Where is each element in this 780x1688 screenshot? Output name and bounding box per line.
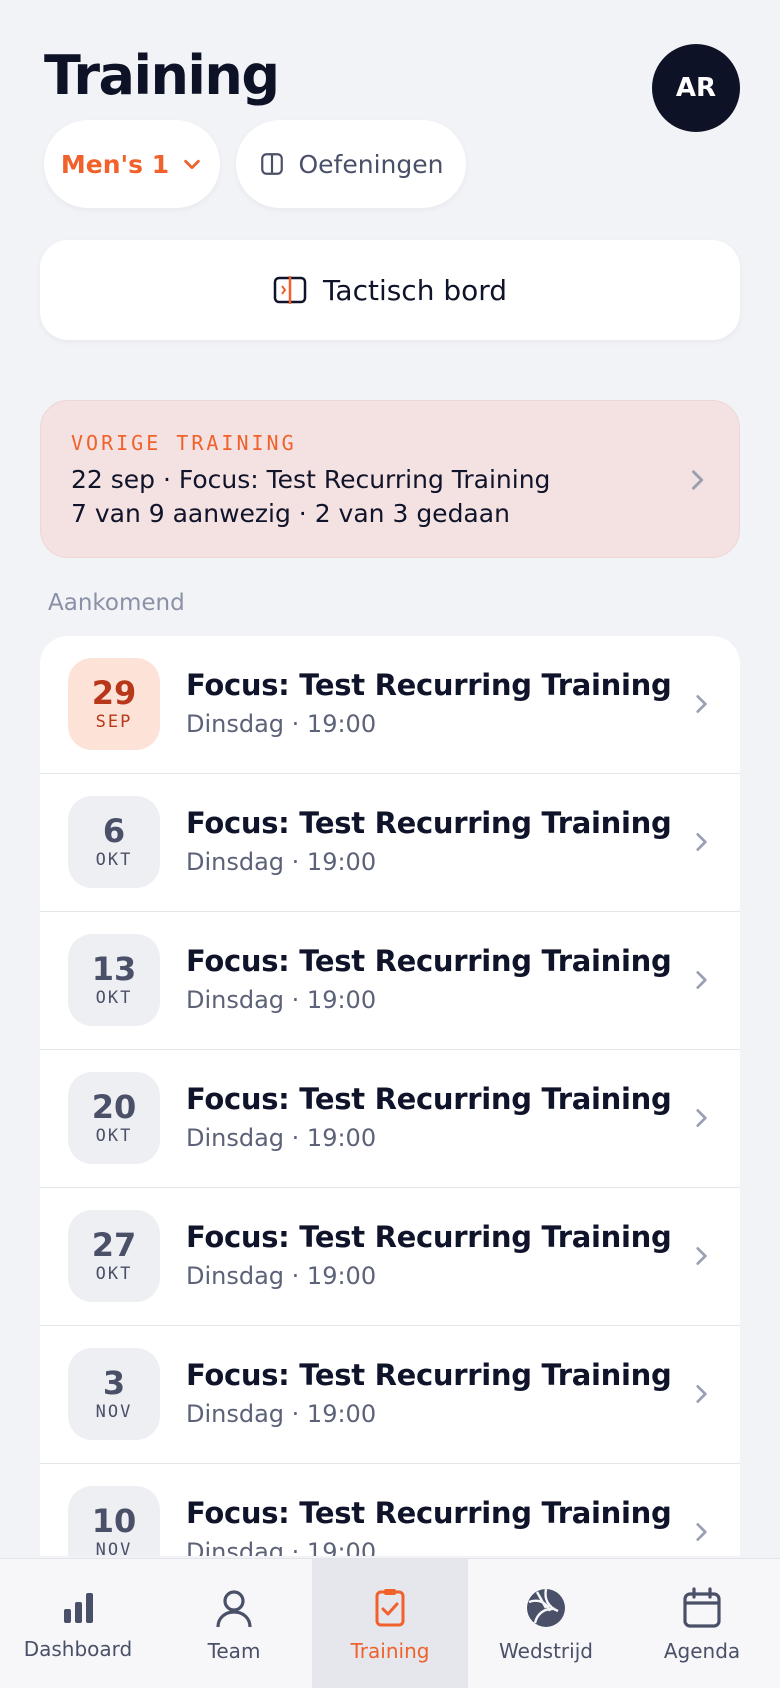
avatar[interactable]: AR xyxy=(652,44,740,132)
previous-training-stats: 7 van 9 aanwezig · 2 van 3 gedaan xyxy=(71,499,510,528)
date-badge: 10 NOV xyxy=(68,1486,160,1556)
tactic-board-label: Tactisch bord xyxy=(322,273,508,307)
date-day: 27 xyxy=(91,1226,137,1264)
training-row[interactable]: 29 SEP Focus: Test Recurring Training Di… xyxy=(40,636,740,774)
chevron-down-icon xyxy=(184,159,200,170)
date-month: OKT xyxy=(95,1264,133,1284)
nav-label: Dashboard xyxy=(23,1637,133,1661)
training-title: Focus: Test Recurring Training xyxy=(186,1082,672,1116)
date-badge: 20 OKT xyxy=(68,1072,160,1164)
chevron-right-icon xyxy=(696,1385,707,1403)
team-selector-button[interactable]: Men's 1 xyxy=(44,120,220,208)
date-badge: 27 OKT xyxy=(68,1210,160,1302)
bar-chart-icon xyxy=(64,1593,93,1623)
chevron-right-icon xyxy=(696,1109,707,1127)
bottom-nav: Dashboard Team Training Wedstrijd Agenda xyxy=(0,1558,780,1688)
date-badge: 29 SEP xyxy=(68,658,160,750)
date-month: NOV xyxy=(95,1540,133,1556)
date-day: 3 xyxy=(102,1364,126,1402)
training-title: Focus: Test Recurring Training xyxy=(186,806,672,840)
page-title: Training xyxy=(44,44,280,107)
training-time: Dinsdag · 19:00 xyxy=(186,1262,377,1290)
nav-wedstrijd[interactable]: Wedstrijd xyxy=(468,1559,624,1688)
chevron-right-icon xyxy=(696,971,707,989)
volleyball-icon xyxy=(527,1588,565,1627)
date-day: 29 xyxy=(91,674,137,712)
chevron-right-icon xyxy=(692,470,704,490)
training-time: Dinsdag · 19:00 xyxy=(186,848,377,876)
chevron-right-icon xyxy=(696,1247,707,1265)
training-title: Focus: Test Recurring Training xyxy=(186,1220,672,1254)
date-day: 10 xyxy=(91,1502,137,1540)
training-row[interactable]: 6 OKT Focus: Test Recurring Training Din… xyxy=(40,774,740,912)
training-row[interactable]: 20 OKT Focus: Test Recurring Training Di… xyxy=(40,1050,740,1188)
nav-dashboard[interactable]: Dashboard xyxy=(0,1559,156,1688)
training-time: Dinsdag · 19:00 xyxy=(186,1124,377,1152)
previous-training-summary: 22 sep · Focus: Test Recurring Training xyxy=(71,465,551,494)
training-title: Focus: Test Recurring Training xyxy=(186,1358,672,1392)
training-title: Focus: Test Recurring Training xyxy=(186,944,672,978)
nav-agenda[interactable]: Agenda xyxy=(624,1559,780,1688)
date-badge: 13 OKT xyxy=(68,934,160,1026)
date-badge: 3 NOV xyxy=(68,1348,160,1440)
person-icon xyxy=(216,1590,252,1628)
previous-training-card[interactable]: VORIGE TRAINING 22 sep · Focus: Test Rec… xyxy=(40,400,740,558)
training-time: Dinsdag · 19:00 xyxy=(186,1400,377,1428)
nav-label: Team xyxy=(207,1639,261,1663)
training-time: Dinsdag · 19:00 xyxy=(186,710,377,738)
date-day: 20 xyxy=(91,1088,137,1126)
clipboard-check-icon xyxy=(375,1589,405,1627)
training-title: Focus: Test Recurring Training xyxy=(186,1496,672,1530)
nav-label: Agenda xyxy=(663,1639,741,1663)
training-time: Dinsdag · 19:00 xyxy=(186,986,377,1014)
date-day: 13 xyxy=(91,950,137,988)
tactic-board-icon xyxy=(273,276,307,304)
chevron-right-icon xyxy=(696,833,707,851)
chevron-right-icon xyxy=(696,1523,707,1541)
chevron-right-icon xyxy=(696,695,707,713)
training-row[interactable]: 10 NOV Focus: Test Recurring Training Di… xyxy=(40,1464,740,1556)
date-day: 6 xyxy=(102,812,126,850)
training-row[interactable]: 13 OKT Focus: Test Recurring Training Di… xyxy=(40,912,740,1050)
date-month: SEP xyxy=(95,712,133,732)
upcoming-training-list: 29 SEP Focus: Test Recurring Training Di… xyxy=(40,636,740,1556)
previous-training-label: VORIGE TRAINING xyxy=(71,431,297,455)
tactic-board-button[interactable]: Tactisch bord xyxy=(40,240,740,340)
date-badge: 6 OKT xyxy=(68,796,160,888)
training-row[interactable]: 27 OKT Focus: Test Recurring Training Di… xyxy=(40,1188,740,1326)
training-time: Dinsdag · 19:00 xyxy=(186,1538,377,1556)
upcoming-section-label: Aankomend xyxy=(48,590,185,616)
date-month: OKT xyxy=(95,988,133,1008)
calendar-icon xyxy=(683,1587,721,1628)
training-row[interactable]: 3 NOV Focus: Test Recurring Training Din… xyxy=(40,1326,740,1464)
nav-training[interactable]: Training xyxy=(312,1559,468,1688)
columns-icon xyxy=(260,153,283,175)
date-month: OKT xyxy=(95,1126,133,1146)
nav-label: Wedstrijd xyxy=(499,1639,593,1663)
team-selector-label: Men's 1 xyxy=(60,149,170,179)
nav-team[interactable]: Team xyxy=(156,1559,312,1688)
training-title: Focus: Test Recurring Training xyxy=(186,668,672,702)
date-month: OKT xyxy=(95,850,133,870)
date-month: NOV xyxy=(95,1402,133,1422)
exercises-label: Oefeningen xyxy=(298,149,444,179)
avatar-initials: AR xyxy=(675,73,717,103)
exercises-button[interactable]: Oefeningen xyxy=(236,120,466,208)
nav-label: Training xyxy=(350,1639,430,1663)
